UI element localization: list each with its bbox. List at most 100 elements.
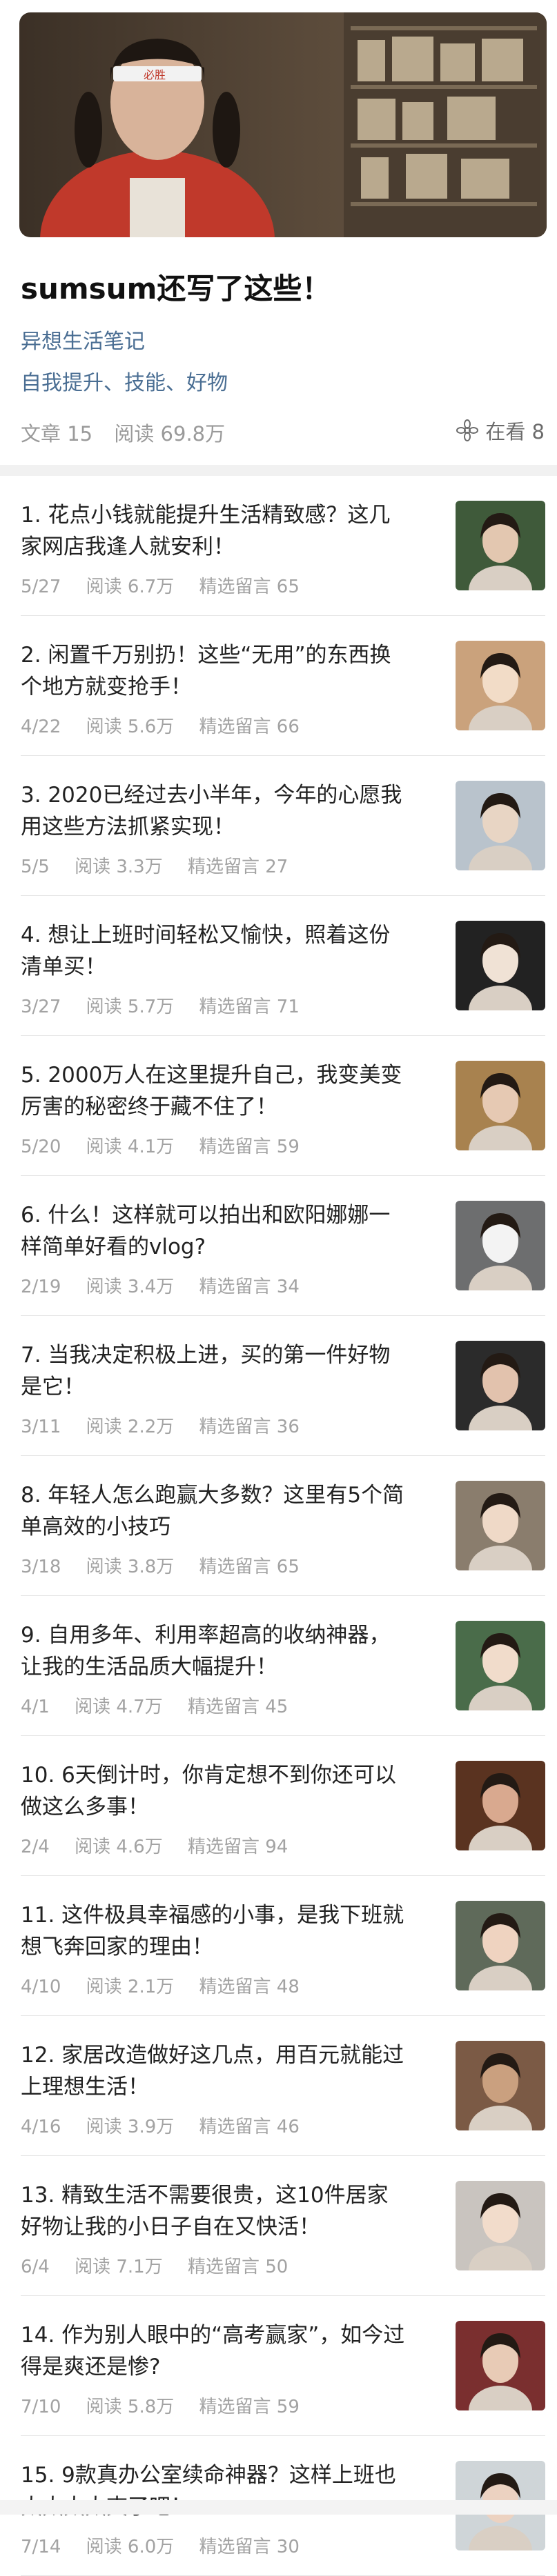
article-item[interactable]: 8. 年轻人怎么跑赢大多数？这里有5个简 单高效的小技巧 3/18 阅读 3.8…	[21, 1456, 545, 1596]
svg-text:必胜: 必胜	[144, 68, 166, 81]
article-item[interactable]: 2. 闲置千万别扔！这些“无用”的东西换 个地方就变抢手！ 4/22 阅读 5.…	[21, 616, 545, 756]
article-comments: 精选留言 59	[199, 2397, 300, 2417]
article-title-line: 9. 自用多年、利用率超高的收纳神器，	[21, 1623, 391, 1648]
article-comments: 精选留言 71	[199, 997, 300, 1017]
article-title-line: 厉害的秘密终于藏不住了！	[21, 1095, 277, 1119]
article-comments: 精选留言 27	[188, 857, 289, 877]
article-comments: 精选留言 46	[199, 2117, 300, 2137]
article-comments: 精选留言 48	[199, 1977, 300, 1997]
article-thumbnail	[456, 2181, 545, 2270]
article-meta: 5/5 阅读 3.3万 精选留言 27	[21, 852, 307, 878]
article-comments: 精选留言 50	[188, 2257, 289, 2277]
article-thumbnail	[456, 641, 545, 730]
article-title-line: 想飞奔回家的理由！	[21, 1935, 213, 1959]
article-title-line: 是它！	[21, 1375, 85, 1399]
article-date: 6/4	[21, 2257, 50, 2277]
article-comments: 精选留言 34	[199, 1277, 300, 1297]
article-item[interactable]: 10. 6天倒计时，你肯定想不到你还可以 做这么多事！ 2/4 阅读 4.6万 …	[21, 1736, 545, 1876]
article-reads: 阅读 5.7万	[86, 997, 175, 1017]
article-reads: 阅读 4.7万	[75, 1697, 163, 1717]
read-count: 阅读 69.8万	[114, 422, 226, 446]
article-title-line: 2. 闲置千万别扔！这些“无用”的东西换	[21, 643, 391, 668]
author-link[interactable]: 异想生活笔记	[21, 324, 145, 355]
article-item[interactable]: 11. 这件极具幸福感的小事，是我下班就 想飞奔回家的理由！ 4/10 阅读 2…	[21, 1876, 545, 2016]
article-title-line: 10. 6天倒计时，你肯定想不到你还可以	[21, 1763, 396, 1788]
article-item[interactable]: 4. 想让上班时间轻松又愉快，照着这份 清单买！ 3/27 阅读 5.7万 精选…	[21, 896, 545, 1036]
album-title: sumsum还写了这些！	[21, 272, 331, 306]
article-thumbnail	[456, 1621, 545, 1710]
article-thumbnail	[456, 2321, 545, 2410]
article-date: 3/27	[21, 997, 61, 1017]
article-reads: 阅读 2.2万	[86, 1417, 175, 1437]
article-thumbnail	[456, 921, 545, 1010]
article-comments: 精选留言 66	[199, 717, 300, 737]
article-title: 9. 自用多年、利用率超高的收纳神器， 让我的生活品质大幅提升！	[21, 1619, 421, 1683]
article-meta: 4/1 阅读 4.7万 精选留言 45	[21, 1693, 307, 1718]
article-item[interactable]: 14. 作为别人眼中的“高考赢家”，如今过 得是爽还是惨? 7/10 阅读 5.…	[21, 2296, 545, 2436]
article-meta: 6/4 阅读 7.1万 精选留言 50	[21, 2253, 307, 2278]
article-title-line: 样简单好看的vlog?	[21, 1235, 206, 1259]
article-comments: 精选留言 65	[199, 1557, 300, 1577]
article-title-line: 15. 9款真办公室续命神器？这样上班也	[21, 2463, 396, 2488]
article-item[interactable]: 6. 什么！这样就可以拍出和欧阳娜娜一 样简单好看的vlog? 2/19 阅读 …	[21, 1176, 545, 1316]
article-date: 2/4	[21, 1837, 50, 1857]
article-comments: 精选留言 45	[188, 1697, 289, 1717]
article-title-line: 7. 当我决定积极上进，买的第一件好物	[21, 1343, 391, 1368]
article-title-line: 家网店我逢人就安利！	[21, 535, 235, 559]
article-reads: 阅读 7.1万	[75, 2257, 163, 2277]
article-date: 4/1	[21, 1697, 50, 1717]
article-date: 3/11	[21, 1417, 61, 1437]
article-comments: 精选留言 94	[188, 1837, 289, 1857]
article-date: 7/10	[21, 2397, 61, 2417]
article-title-line: 1. 花点小钱就能提升生活精致感？这几	[21, 503, 391, 528]
article-date: 5/5	[21, 857, 50, 877]
article-meta: 3/18 阅读 3.8万 精选留言 65	[21, 1552, 319, 1578]
article-reads: 阅读 4.1万	[86, 1137, 175, 1157]
article-title: 1. 花点小钱就能提升生活精致感？这几 家网店我逢人就安利！	[21, 499, 421, 563]
album-page: 必胜 sumsum还写了这些！ 异想生活笔记 自我提升、技能、好物 文章 15 …	[0, 0, 557, 2576]
cover-image: 必胜	[19, 12, 547, 237]
article-item[interactable]: 13. 精致生活不需要很贵，这10件居家 好物让我的小日子自在又快活！ 6/4 …	[21, 2156, 545, 2296]
article-thumbnail	[456, 1061, 545, 1150]
article-item[interactable]: 7. 当我决定积极上进，买的第一件好物 是它！ 3/11 阅读 2.2万 精选留…	[21, 1316, 545, 1456]
article-thumbnail	[456, 1201, 545, 1290]
article-item[interactable]: 3. 2020已经过去小半年，今年的心愿我 用这些方法抓紧实现！ 5/5 阅读 …	[21, 756, 545, 896]
article-item[interactable]: 1. 花点小钱就能提升生活精致感？这几 家网店我逢人就安利！ 5/27 阅读 6…	[21, 476, 545, 616]
watching-label: 在看 8	[485, 420, 545, 443]
article-meta: 7/10 阅读 5.8万 精选留言 59	[21, 2393, 319, 2418]
album-stats: 文章 15 阅读 69.8万	[21, 418, 240, 447]
article-meta: 4/22 阅读 5.6万 精选留言 66	[21, 712, 319, 738]
article-title-line: 让我的生活品质大幅提升！	[21, 1655, 277, 1679]
article-thumbnail	[456, 501, 545, 590]
bottom-separator	[0, 2500, 557, 2515]
article-comments: 精选留言 59	[199, 1137, 300, 1157]
article-title: 6. 什么！这样就可以拍出和欧阳娜娜一 样简单好看的vlog?	[21, 1199, 421, 1263]
article-thumbnail	[456, 781, 545, 870]
article-count: 文章 15	[21, 422, 93, 446]
article-meta: 5/20 阅读 4.1万 精选留言 59	[21, 1132, 319, 1158]
article-item[interactable]: 9. 自用多年、利用率超高的收纳神器， 让我的生活品质大幅提升！ 4/1 阅读 …	[21, 1596, 545, 1736]
article-reads: 阅读 3.8万	[86, 1557, 175, 1577]
article-title: 4. 想让上班时间轻松又愉快，照着这份 清单买！	[21, 919, 421, 983]
article-thumbnail	[456, 1481, 545, 1570]
article-title: 7. 当我决定积极上进，买的第一件好物 是它！	[21, 1339, 421, 1403]
article-reads: 阅读 4.6万	[75, 1837, 163, 1857]
article-comments: 精选留言 30	[199, 2537, 300, 2557]
article-title-line: 用这些方法抓紧实现！	[21, 815, 235, 839]
article-date: 7/14	[21, 2537, 61, 2557]
article-comments: 精选留言 36	[199, 1417, 300, 1437]
article-reads: 阅读 3.9万	[86, 2117, 175, 2137]
watching-button[interactable]: 在看 8	[456, 416, 545, 445]
article-title: 14. 作为别人眼中的“高考赢家”，如今过 得是爽还是惨?	[21, 2319, 421, 2383]
article-title-line: 3. 2020已经过去小半年，今年的心愿我	[21, 783, 402, 808]
article-comments: 精选留言 65	[199, 577, 300, 597]
article-meta: 3/11 阅读 2.2万 精选留言 36	[21, 1412, 319, 1438]
article-title-line: 做这么多事！	[21, 1795, 149, 1819]
section-separator	[0, 465, 557, 476]
article-item[interactable]: 12. 家居改造做好这几点，用百元就能过 上理想生活！ 4/16 阅读 3.9万…	[21, 2016, 545, 2156]
article-item[interactable]: 5. 2000万人在这里提升自己，我变美变 厉害的秘密终于藏不住了！ 5/20 …	[21, 1036, 545, 1176]
article-title: 8. 年轻人怎么跑赢大多数？这里有5个简 单高效的小技巧	[21, 1479, 421, 1543]
article-meta: 7/14 阅读 6.0万 精选留言 30	[21, 2533, 319, 2558]
article-title-line: 个地方就变抢手！	[21, 675, 192, 699]
article-title-line: 4. 想让上班时间轻松又愉快，照着这份	[21, 923, 391, 948]
